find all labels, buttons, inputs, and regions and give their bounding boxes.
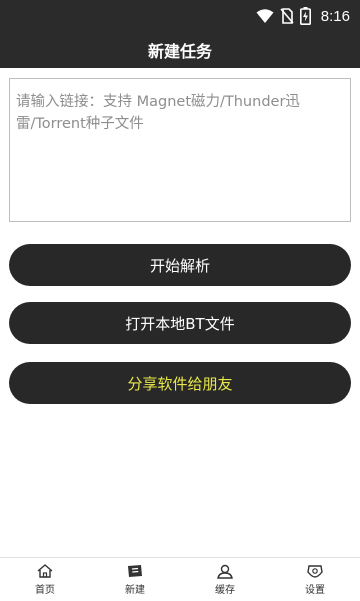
share-app-button[interactable]: 分享软件给朋友	[9, 362, 351, 404]
home-icon	[36, 563, 54, 581]
bottom-nav: 首页 新建 缓存 设置	[0, 557, 360, 601]
cache-icon	[216, 563, 234, 581]
title-bar: 新建任务	[0, 32, 360, 68]
new-task-icon	[126, 563, 144, 581]
settings-icon	[306, 563, 324, 581]
no-sim-icon	[280, 8, 294, 24]
link-input[interactable]	[9, 78, 351, 222]
battery-charging-icon	[299, 7, 311, 25]
status-bar: 8:16	[0, 0, 360, 32]
open-local-bt-label: 打开本地BT文件	[125, 314, 235, 333]
nav-item-home[interactable]: 首页	[0, 558, 90, 601]
status-time: 8:16	[320, 7, 350, 25]
nav-label-cache: 缓存	[215, 585, 235, 596]
nav-item-new[interactable]: 新建	[90, 558, 180, 601]
nav-label-home: 首页	[35, 585, 55, 596]
share-app-label: 分享软件给朋友	[127, 374, 233, 393]
nav-item-settings[interactable]: 设置	[270, 558, 360, 601]
open-local-bt-button[interactable]: 打开本地BT文件	[9, 302, 351, 344]
wifi-icon	[256, 8, 274, 24]
page-title: 新建任务	[147, 42, 212, 61]
start-parse-label: 开始解析	[149, 256, 210, 275]
nav-label-settings: 设置	[305, 585, 325, 596]
start-parse-button[interactable]: 开始解析	[9, 244, 351, 286]
nav-item-cache[interactable]: 缓存	[180, 558, 270, 601]
nav-label-new: 新建	[125, 585, 145, 596]
status-icons: 8:16	[256, 5, 350, 27]
